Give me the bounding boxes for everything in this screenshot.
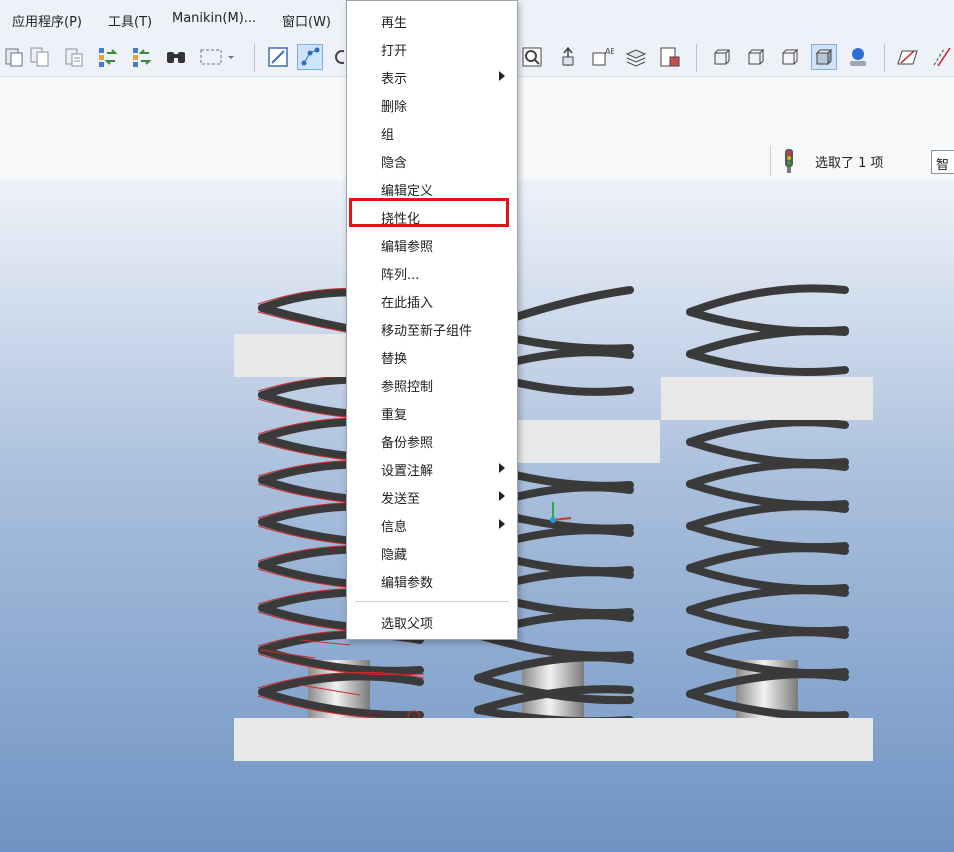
selection-status: 选取了 1 项 — [815, 156, 884, 171]
menu-item-label: 编辑参照 — [381, 240, 434, 255]
menu-item-label: 阵列... — [381, 268, 420, 283]
hidden-line-icon[interactable] — [744, 45, 768, 69]
menu-item-send-to[interactable]: 发送至 — [347, 483, 517, 509]
base-plate[interactable] — [234, 718, 873, 761]
top-plate-middle[interactable] — [516, 420, 660, 463]
menu-item-label: 组 — [381, 128, 395, 143]
menu-item-delete[interactable]: 删除 — [347, 91, 517, 117]
menu-item-label: 编辑参数 — [381, 576, 434, 591]
menu-item-open[interactable]: 打开 — [347, 35, 517, 61]
menu-item-label: 隐藏 — [381, 548, 408, 563]
shaded-icon[interactable] — [811, 44, 837, 70]
menu-item-move-to-subassembly[interactable]: 移动至新子组件 — [347, 315, 517, 341]
menu-item-label: 参照控制 — [381, 380, 434, 395]
submenu-arrow-icon — [499, 519, 505, 529]
app-window: 应用程序(P) 工具(T) Manikin(M)... 窗口(W) AB 选取了… — [0, 0, 954, 852]
spin-center-icon[interactable] — [556, 45, 580, 69]
view-manager-icon[interactable] — [658, 45, 682, 69]
menu-item-info[interactable]: 信息 — [347, 511, 517, 537]
menu-item-reference-control[interactable]: 参照控制 — [347, 371, 517, 397]
named-view-icon[interactable]: AB — [590, 45, 614, 69]
layers-icon[interactable] — [624, 45, 648, 69]
csys-marker — [550, 502, 572, 523]
toolbar-separator — [254, 44, 255, 72]
appearance-icon[interactable] — [846, 45, 870, 69]
svg-text:AB: AB — [605, 47, 614, 56]
menu-item-represent[interactable]: 表示 — [347, 63, 517, 89]
submenu-arrow-icon — [499, 463, 505, 473]
filter-dropdown[interactable]: 智 — [931, 150, 954, 174]
menu-item-insert-here[interactable]: 在此插入 — [347, 287, 517, 313]
menu-item-group[interactable]: 组 — [347, 119, 517, 145]
datum-plane-icon[interactable] — [896, 45, 920, 69]
menu-item-replace[interactable]: 替换 — [347, 343, 517, 369]
menu-item-label: 信息 — [381, 520, 408, 535]
menu-manikin[interactable]: Manikin(M)... — [172, 11, 256, 26]
menu-item-label: 设置注解 — [381, 464, 434, 479]
find-icon[interactable] — [164, 45, 188, 69]
menu-item-label: 替换 — [381, 352, 408, 367]
top-plate-left[interactable] — [234, 334, 346, 377]
highlight-annotation — [349, 198, 509, 227]
menu-applications[interactable]: 应用程序(P) — [12, 11, 82, 30]
traffic-light-icon[interactable] — [781, 148, 797, 174]
csys-icon[interactable] — [330, 45, 344, 69]
menu-item-label: 再生 — [381, 16, 408, 31]
copy-special-icon[interactable] — [62, 45, 86, 69]
repaint-icon[interactable] — [96, 45, 120, 69]
menu-window[interactable]: 窗口(W) — [282, 11, 331, 30]
menu-item-select-parent[interactable]: 选取父项 — [347, 608, 517, 634]
menu-item-label: 移动至新子组件 — [381, 324, 473, 339]
menu-item-label: 备份参照 — [381, 436, 434, 451]
context-menu: 再生 打开 表示 删除 组 隐含 编辑定义 挠性化 编辑参照 阵列... 在此插… — [346, 0, 518, 640]
menu-item-label: 删除 — [381, 100, 408, 115]
datum-axis-icon[interactable] — [930, 45, 954, 69]
menu-item-regenerate[interactable]: 再生 — [347, 7, 517, 33]
toolbar-separator — [696, 44, 697, 72]
paste-icon[interactable] — [2, 45, 26, 69]
submenu-arrow-icon — [499, 71, 505, 81]
wireframe-icon[interactable] — [710, 45, 734, 69]
zoom-window-icon[interactable] — [520, 45, 544, 69]
menu-item-label: 发送至 — [381, 492, 421, 507]
menu-item-label: 表示 — [381, 72, 408, 87]
menu-item-suppress[interactable]: 隐含 — [347, 147, 517, 173]
menu-tools[interactable]: 工具(T) — [108, 11, 152, 30]
copy-icon[interactable] — [28, 45, 52, 69]
no-hidden-icon[interactable] — [778, 45, 802, 69]
spring-right[interactable] — [686, 284, 849, 720]
sketch-icon[interactable] — [266, 45, 290, 69]
submenu-arrow-icon — [499, 491, 505, 501]
menu-item-label: 隐含 — [381, 156, 408, 171]
menu-separator — [355, 601, 509, 602]
menu-item-backup-references[interactable]: 备份参照 — [347, 427, 517, 453]
menu-item-label: 选取父项 — [381, 617, 434, 632]
menu-item-label: 编辑定义 — [381, 184, 434, 199]
menu-item-label: 打开 — [381, 44, 408, 59]
select-box-icon[interactable] — [198, 45, 238, 69]
menu-item-label: 在此插入 — [381, 296, 434, 311]
filter-dropdown-label: 智 — [936, 158, 950, 173]
menu-item-set-annotations[interactable]: 设置注解 — [347, 455, 517, 481]
menu-item-edit-references[interactable]: 编辑参照 — [347, 231, 517, 257]
status-separator — [770, 146, 771, 176]
menu-item-hide[interactable]: 隐藏 — [347, 539, 517, 565]
menu-item-label: 重复 — [381, 408, 408, 423]
menu-item-edit-parameters[interactable]: 编辑参数 — [347, 567, 517, 593]
menu-item-pattern[interactable]: 阵列... — [347, 259, 517, 285]
toolbar-separator — [884, 44, 885, 72]
regenerate-icon[interactable] — [130, 45, 154, 69]
datum-point-icon[interactable] — [297, 44, 323, 70]
top-plate-right[interactable] — [661, 377, 873, 420]
menu-item-repeat[interactable]: 重复 — [347, 399, 517, 425]
